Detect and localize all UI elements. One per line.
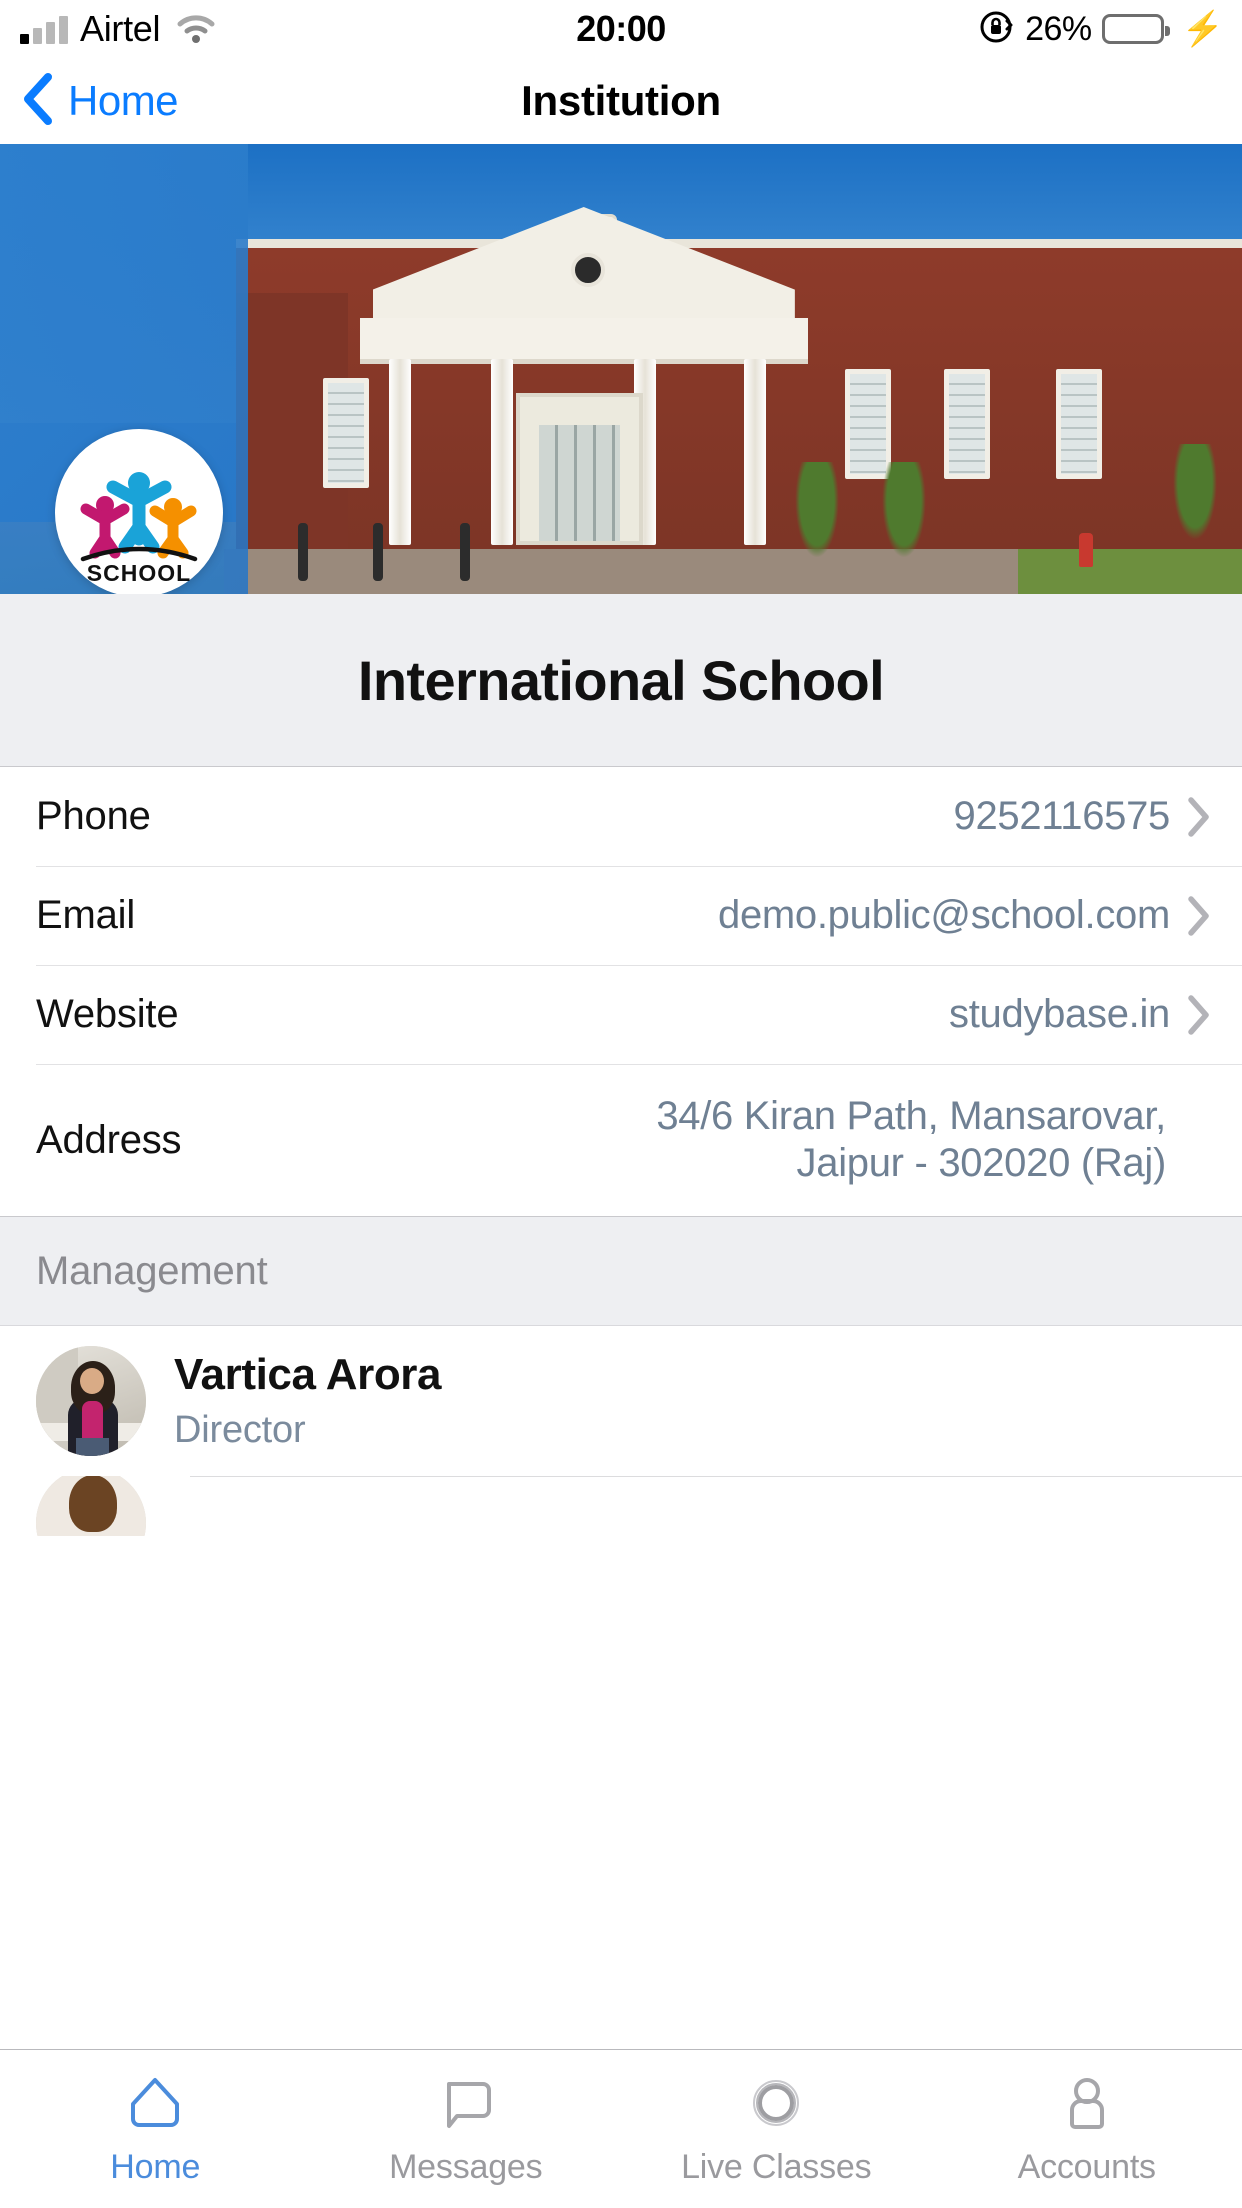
school-name-strip: International School xyxy=(0,594,1242,767)
info-label-address: Address xyxy=(36,1117,182,1162)
rotation-lock-icon xyxy=(979,9,1015,50)
back-button-label: Home xyxy=(68,77,179,124)
info-value-address: 34/6 Kiran Path, Mansarovar, Jaipur - 30… xyxy=(656,1093,1212,1187)
status-bar: Airtel 20:00 26% ⚡ xyxy=(0,0,1242,58)
charging-bolt-icon: ⚡ xyxy=(1181,10,1224,48)
info-value-website: studybase.in xyxy=(949,991,1170,1036)
section-header-label: Management xyxy=(36,1248,268,1293)
tab-messages-label: Messages xyxy=(389,2147,543,2186)
tab-accounts[interactable]: Accounts xyxy=(932,2050,1242,2208)
tab-accounts-label: Accounts xyxy=(1017,2147,1156,2186)
chevron-right-icon xyxy=(1186,894,1212,938)
info-row-phone[interactable]: Phone 9252116575 xyxy=(0,767,1242,866)
management-people-list: Vartica Arora Director xyxy=(0,1326,1242,1536)
status-bar-right: 26% ⚡ xyxy=(979,9,1224,50)
list-item[interactable] xyxy=(0,1476,1242,1536)
info-label-website: Website xyxy=(36,992,179,1036)
battery-icon xyxy=(1101,14,1170,44)
info-value-email: demo.public@school.com xyxy=(718,892,1170,937)
info-label-phone: Phone xyxy=(36,794,151,838)
person-role: Director xyxy=(174,1409,306,1452)
battery-percent-label: 26% xyxy=(1025,9,1092,48)
status-bar-left: Airtel xyxy=(20,8,216,50)
tab-home-label: Home xyxy=(110,2147,201,2186)
chevron-left-icon xyxy=(20,71,54,132)
tab-bar: Home Messages Live Classes Accounts xyxy=(0,2049,1242,2208)
info-value-address-line2: Jaipur - 302020 (Raj) xyxy=(796,1141,1167,1185)
cellular-signal-icon xyxy=(20,14,68,44)
school-logo: SCHOOL xyxy=(55,429,223,594)
school-name: International School xyxy=(357,648,885,712)
carrier-label: Airtel xyxy=(80,8,161,49)
person-name: Vartica Arora xyxy=(174,1349,442,1399)
list-item[interactable]: Vartica Arora Director xyxy=(0,1326,1242,1476)
wifi-icon xyxy=(176,14,216,44)
tab-live-classes-label: Live Classes xyxy=(681,2147,872,2186)
live-circle-icon xyxy=(745,2072,807,2134)
institution-info-list: Phone 9252116575 Email demo.public@schoo… xyxy=(0,767,1242,1216)
person-icon xyxy=(1056,2072,1118,2134)
tab-live-classes[interactable]: Live Classes xyxy=(621,2050,932,2208)
message-bubble-icon xyxy=(435,2072,497,2134)
school-logo-mark: SCHOOL xyxy=(80,472,198,583)
info-value-address-line1: 34/6 Kiran Path, Mansarovar, xyxy=(656,1093,1166,1138)
back-button[interactable]: Home xyxy=(20,71,179,132)
person-text: Vartica Arora Director xyxy=(174,1350,441,1452)
tab-home[interactable]: Home xyxy=(0,2050,311,2208)
info-value-phone: 9252116575 xyxy=(953,793,1171,838)
page-title: Institution xyxy=(521,77,721,124)
navigation-bar: Home Institution xyxy=(0,58,1242,144)
info-row-email[interactable]: Email demo.public@school.com xyxy=(0,866,1242,965)
avatar xyxy=(36,1476,146,1536)
chevron-right-icon xyxy=(1186,993,1212,1037)
institution-banner: SCHOOL xyxy=(0,144,1242,594)
home-icon xyxy=(124,2072,186,2134)
tab-messages[interactable]: Messages xyxy=(311,2050,622,2208)
section-header-management: Management xyxy=(0,1216,1242,1326)
school-logo-text: SCHOOL xyxy=(87,560,191,583)
info-label-email: Email xyxy=(36,893,136,937)
avatar xyxy=(36,1346,146,1456)
chevron-right-icon xyxy=(1186,795,1212,839)
info-row-website[interactable]: Website studybase.in xyxy=(0,965,1242,1064)
info-row-address[interactable]: Address 34/6 Kiran Path, Mansarovar, Jai… xyxy=(0,1064,1242,1216)
